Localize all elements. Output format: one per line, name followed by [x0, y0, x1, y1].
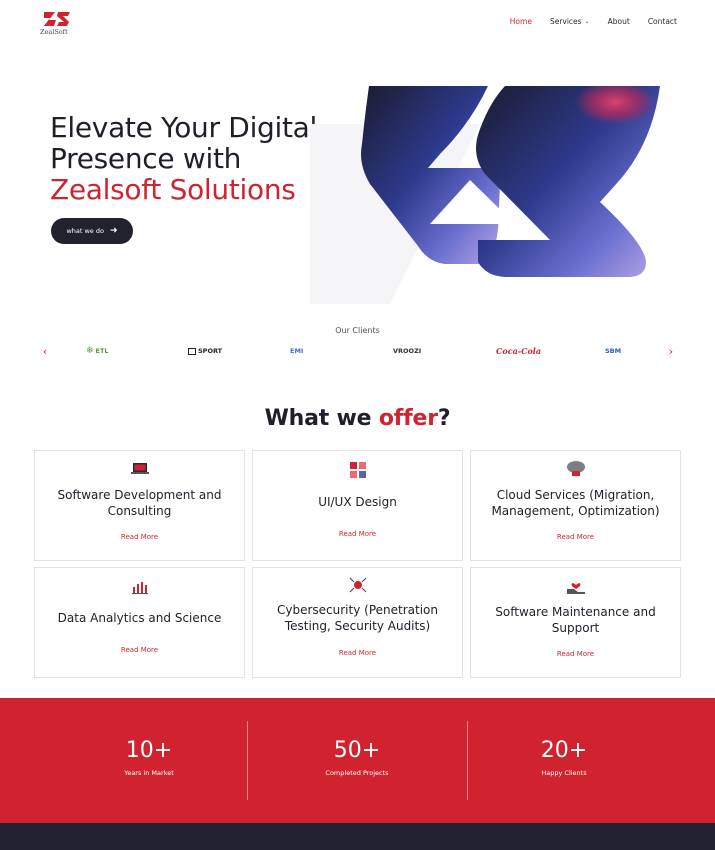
- client-logo-etl: ❄ ETL: [86, 344, 109, 358]
- offer-heading-end: ?: [437, 406, 451, 431]
- offer-heading-main: What we: [264, 406, 379, 431]
- nav-about[interactable]: About: [608, 17, 630, 26]
- zealsoft-logo[interactable]: ZealSoft: [40, 11, 80, 37]
- service-title: Cloud Services (Migration, Management, O…: [491, 488, 660, 518]
- laptop-icon: [35, 462, 244, 476]
- client-name-sbm: SBM: [605, 347, 622, 355]
- hero-line-1: Elevate Your Digital: [50, 111, 318, 144]
- client-logo-emi: EMI: [290, 344, 303, 358]
- service-card[interactable]: Data Analytics and Science Read More: [34, 567, 245, 678]
- virus-shield-icon: [253, 577, 462, 593]
- nav-contact-label: Contact: [647, 17, 677, 26]
- service-card[interactable]: Cybersecurity (Penetration Testing, Secu…: [252, 567, 463, 678]
- nav-home[interactable]: Home: [510, 17, 532, 26]
- stat-value: 10+: [125, 738, 173, 763]
- hero-zs-graphic: [310, 86, 660, 304]
- stat-value: 50+: [333, 738, 381, 763]
- service-card[interactable]: UI/UX Design Read More: [252, 450, 463, 561]
- logo-text: ZealSoft: [40, 28, 68, 36]
- hero-line-2: Presence with: [50, 142, 242, 175]
- clients-carousel: ‹ ❄ ETL SPORT EMI VROOZI Coca-Cola SBM ›: [38, 342, 678, 360]
- stat-label: Happy Clients: [541, 769, 587, 777]
- client-logo-sport: SPORT: [188, 344, 222, 358]
- stat-value: 20+: [540, 738, 588, 763]
- client-logo-vroozi: VROOZI: [393, 344, 421, 358]
- service-title: UI/UX Design: [318, 495, 397, 509]
- read-more-link[interactable]: Read More: [35, 533, 244, 541]
- client-name-sport: SPORT: [198, 347, 223, 355]
- service-card[interactable]: Software Maintenance and Support Read Mo…: [470, 567, 681, 678]
- layout-blocks-icon: [253, 462, 462, 478]
- site-header: ZealSoft Home Services ⌄ About Contact: [0, 0, 715, 48]
- what-we-offer-heading: What we offer?: [0, 406, 715, 431]
- nav-services-label: Services: [549, 17, 582, 26]
- read-more-link[interactable]: Read More: [471, 650, 680, 658]
- chevron-left-icon[interactable]: ‹: [38, 343, 52, 359]
- stat-label: Years in Market: [124, 769, 174, 777]
- client-name-coca-cola: Coca-Cola: [496, 346, 542, 356]
- our-clients-title: Our Clients: [335, 326, 380, 335]
- hero-line-3: Zealsoft Solutions: [50, 173, 296, 206]
- client-logo-coca-cola: Coca-Cola: [496, 344, 541, 358]
- leaf-icon: ❄: [86, 346, 94, 356]
- site-footer: [0, 823, 715, 850]
- offer-heading-accent: offer: [378, 406, 438, 431]
- service-card[interactable]: Cloud Services (Migration, Management, O…: [470, 450, 681, 561]
- service-title: Cybersecurity (Penetration Testing, Secu…: [277, 603, 438, 633]
- read-more-link[interactable]: Read More: [35, 646, 244, 654]
- stat-label: Completed Projects: [325, 769, 389, 777]
- arrow-right-icon: ➜: [109, 226, 118, 236]
- what-we-do-label: what we do: [66, 227, 104, 235]
- read-more-link[interactable]: Read More: [253, 649, 462, 657]
- service-card[interactable]: Software Development and Consulting Read…: [34, 450, 245, 561]
- cloud-icon: [471, 460, 680, 478]
- main-nav: Home Services ⌄ About Contact: [510, 17, 677, 26]
- hand-heart-icon: [471, 578, 680, 594]
- service-title: Software Development and Consulting: [57, 488, 222, 518]
- chevron-right-icon[interactable]: ›: [664, 343, 678, 359]
- client-name-etl: ETL: [95, 347, 109, 355]
- service-title: Software Maintenance and Support: [495, 605, 656, 635]
- client-logo-sbm: SBM: [605, 344, 621, 358]
- what-we-do-button[interactable]: what we do ➜: [51, 218, 133, 244]
- sport-badge-icon: [188, 347, 196, 355]
- read-more-link[interactable]: Read More: [253, 530, 462, 538]
- nav-about-label: About: [607, 17, 630, 26]
- chevron-down-icon: ⌄: [584, 18, 590, 25]
- nav-home-label: Home: [509, 17, 532, 26]
- nav-services[interactable]: Services ⌄: [550, 17, 590, 26]
- client-name-vroozi: VROOZI: [393, 347, 422, 355]
- read-more-link[interactable]: Read More: [471, 533, 680, 541]
- service-title: Data Analytics and Science: [57, 611, 222, 625]
- nav-contact[interactable]: Contact: [648, 17, 677, 26]
- client-name-emi: EMI: [290, 347, 304, 355]
- stats-band: 10+ Years in Market 50+ Completed Projec…: [0, 698, 715, 823]
- zs-logo-mark-icon: [44, 12, 70, 26]
- bar-chart-icon: [35, 580, 244, 594]
